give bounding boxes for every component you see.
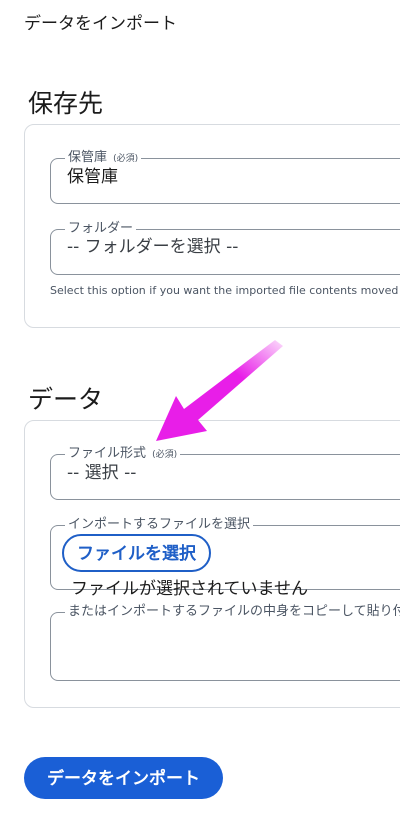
import-page: データをインポート 保存先 保管庫 (必須) 保管庫 フォルダー -- フォルダ… [0,0,400,816]
arrow-icon [156,340,283,441]
